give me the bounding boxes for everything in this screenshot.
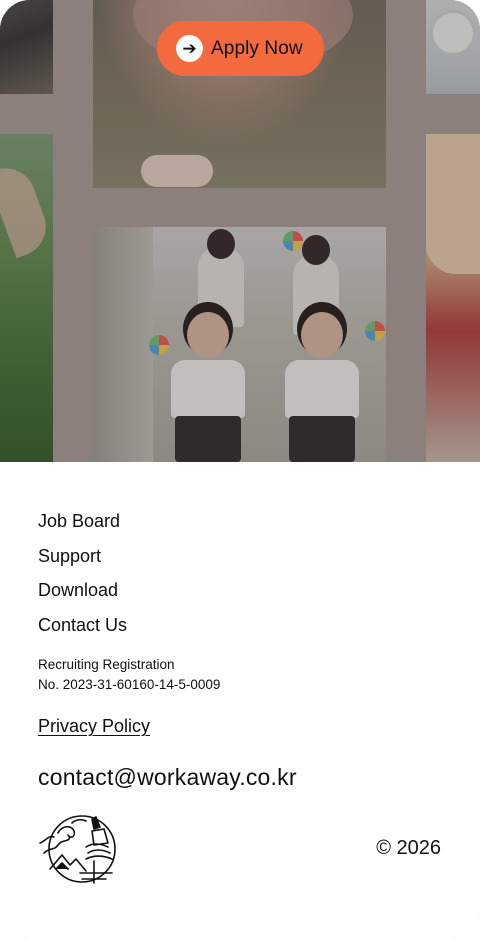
gallery-photo-students-running [93,227,386,462]
recruiting-registration: Recruiting Registration No. 2023-31-6016… [38,655,220,695]
phone-frame: ➔ Apply Now Job Board Support Download C… [0,0,480,940]
registration-title: Recruiting Registration [38,657,175,672]
gallery-photo-table [426,0,480,94]
registration-number: No. 2023-31-60160-14-5-0009 [38,677,221,692]
apply-now-label: Apply Now [211,37,303,59]
apply-now-button[interactable]: ➔ Apply Now [157,21,324,76]
gallery-photo-field [0,134,53,462]
privacy-policy-link[interactable]: Privacy Policy [38,716,150,737]
footer-link-support[interactable]: Support [38,544,101,568]
copyright: © 2026 [376,837,441,859]
arrow-right-icon: ➔ [176,35,203,62]
photo-gallery: ➔ Apply Now [0,0,480,462]
site-footer: Job Board Support Download Contact Us Re… [0,462,480,940]
gallery-photo-blonde-girl [426,134,480,462]
contact-email[interactable]: contact@workaway.co.kr [38,764,297,791]
footer-link-job-board[interactable]: Job Board [38,509,120,533]
illustrated-mountain-landscape-logo [39,815,116,884]
footer-link-contact-us[interactable]: Contact Us [38,613,127,637]
gallery-photo-person-left [0,0,53,94]
footer-link-download[interactable]: Download [38,578,118,602]
